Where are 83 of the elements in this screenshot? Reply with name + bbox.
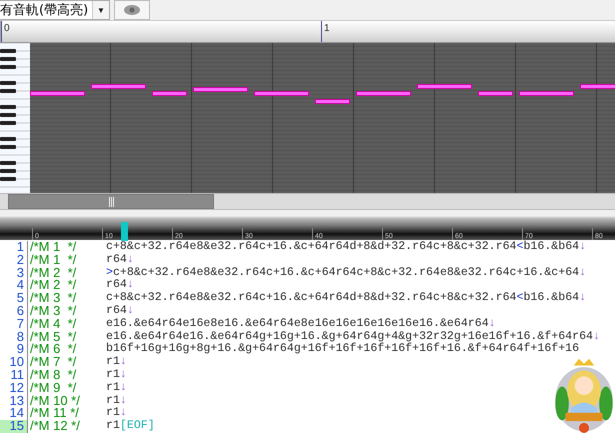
measure-number: 0 bbox=[3, 22, 10, 34]
note-bar[interactable] bbox=[152, 91, 187, 96]
octave-shift: < bbox=[516, 240, 524, 254]
line-number: 6 bbox=[0, 305, 28, 318]
mml-code: e16.&e64r64e16e8e16.&e64r64e8e16e16e16e16e16e16.&e64r64 bbox=[106, 316, 489, 330]
eye-icon bbox=[124, 5, 140, 16]
line-number: 12 bbox=[0, 382, 28, 395]
line-number: 2 bbox=[0, 254, 28, 267]
mml-code: c+8&c+32.r64e8&e32.r64c+16.&c+64r64c+8&c+32.r64e8&e32.r64c+16.&c+64 bbox=[112, 266, 580, 279]
line-break-icon: ↓ bbox=[120, 406, 127, 420]
measure-comment: /*M 5 */ bbox=[29, 330, 78, 344]
measure-comment: /*M 2 */ bbox=[29, 279, 78, 292]
mml-code: c+8&c+32.r64e8&e32.r64c+16.&c+64r64d+8&d+32.r64c+8&c+32.r64 bbox=[106, 291, 516, 304]
line-number: 4 bbox=[0, 279, 28, 292]
line-break-icon: ↓ bbox=[120, 380, 127, 394]
octave-shift: > bbox=[106, 266, 113, 279]
note-bar[interactable] bbox=[30, 91, 85, 96]
mml-code: c+8&c+32.r64e8&e32.r64c+16.&c+64r64d+8&d+32.r64c+8&c+32.r64 bbox=[106, 240, 516, 254]
measure-comment: /*M 7 */ bbox=[29, 356, 78, 370]
line-number: 7 bbox=[0, 318, 28, 331]
column-cursor bbox=[121, 222, 128, 242]
measure-comment: /*M 3 */ bbox=[29, 292, 78, 306]
line-number: 13 bbox=[0, 394, 28, 408]
line-number: 11 bbox=[0, 369, 28, 382]
note-bar[interactable] bbox=[417, 84, 472, 90]
note-bar[interactable] bbox=[91, 84, 146, 90]
measure-comment: /*M 11 */ bbox=[29, 407, 79, 420]
mml-code: b16f+16g+16g+8g+16.&g+64r64g+16f+16f+16f+16f+16f+16.&f+64r64f+16f+16 bbox=[106, 342, 580, 356]
measure-comment: /*M 2 */ bbox=[29, 266, 78, 280]
measure-comment: /*M 12 */ bbox=[29, 420, 81, 433]
measure-comment: /*M 3 */ bbox=[29, 305, 78, 318]
line-number: 8 bbox=[0, 330, 28, 344]
mml-code: r1 bbox=[106, 380, 120, 394]
line-break-icon: ↓ bbox=[120, 368, 127, 382]
measure-comment: /*M 1 */ bbox=[29, 241, 78, 254]
note-bar[interactable] bbox=[193, 87, 248, 92]
mml-code: e16.&e64r64e16.&e64r64g+16g+16.&g+64r64g+4&g+32r32g+16e16f+16.&f+64r64 bbox=[106, 330, 594, 343]
mml-code: r1 bbox=[106, 394, 120, 407]
mml-code: r1 bbox=[106, 406, 120, 420]
dropdown-button[interactable]: ▼ bbox=[92, 1, 109, 20]
mml-code: r1 bbox=[106, 355, 120, 368]
eye-button[interactable] bbox=[114, 0, 150, 20]
line-break-icon: ↓ bbox=[120, 394, 127, 407]
line-break-icon: ↓ bbox=[120, 355, 127, 368]
measure-comment: /*M 4 */ bbox=[29, 318, 78, 331]
measure-comment: /*M 9 */ bbox=[29, 382, 78, 395]
line-break-icon: ↓ bbox=[579, 266, 586, 279]
grip-icon bbox=[108, 196, 114, 207]
line-number: 5 bbox=[0, 292, 28, 306]
line-number: 3 bbox=[0, 266, 28, 280]
measure-comment: /*M 8 */ bbox=[29, 369, 78, 382]
note-bar[interactable] bbox=[519, 91, 574, 96]
note-bar[interactable] bbox=[478, 91, 513, 96]
mml-code: r64 bbox=[106, 252, 127, 266]
line-number: 1 bbox=[0, 241, 28, 254]
note-bar[interactable] bbox=[315, 99, 350, 104]
mml-code: r1 bbox=[106, 368, 120, 382]
measure-comment: /*M 10 */ bbox=[29, 394, 81, 408]
line-break-icon: ↓ bbox=[593, 330, 600, 343]
line-break-icon: ↓ bbox=[126, 252, 134, 266]
scrollbar-thumb[interactable] bbox=[8, 194, 214, 210]
measure-number: 1 bbox=[323, 22, 330, 34]
track-filter-dropdown[interactable]: 有音軌(帶高亮) bbox=[0, 1, 92, 20]
mml-code: r64 bbox=[106, 278, 127, 292]
line-break-icon: ↓ bbox=[488, 316, 496, 330]
measure-comment: /*M 6 */ bbox=[29, 343, 78, 356]
line-number: 9 bbox=[0, 343, 28, 356]
line-break-icon: ↓ bbox=[126, 304, 134, 318]
line-number: 10 bbox=[0, 356, 28, 370]
mml-code: r1 bbox=[106, 419, 120, 432]
octave-shift: < bbox=[516, 291, 524, 304]
mml-code: r64 bbox=[106, 304, 127, 318]
line-break-icon: ↓ bbox=[579, 240, 586, 254]
mml-code: b16.&b64 bbox=[523, 291, 580, 304]
eof-marker: [EOF] bbox=[120, 419, 155, 432]
note-bar[interactable] bbox=[356, 91, 411, 96]
line-break-icon: ↓ bbox=[126, 278, 134, 292]
mml-code: b16.&b64 bbox=[523, 240, 580, 254]
horizontal-scrollbar[interactable] bbox=[0, 193, 615, 210]
line-break-icon: ↓ bbox=[579, 291, 586, 304]
line-number: 15 bbox=[0, 420, 28, 433]
measure-comment: /*M 1 */ bbox=[29, 254, 78, 267]
note-bar[interactable] bbox=[254, 91, 309, 96]
